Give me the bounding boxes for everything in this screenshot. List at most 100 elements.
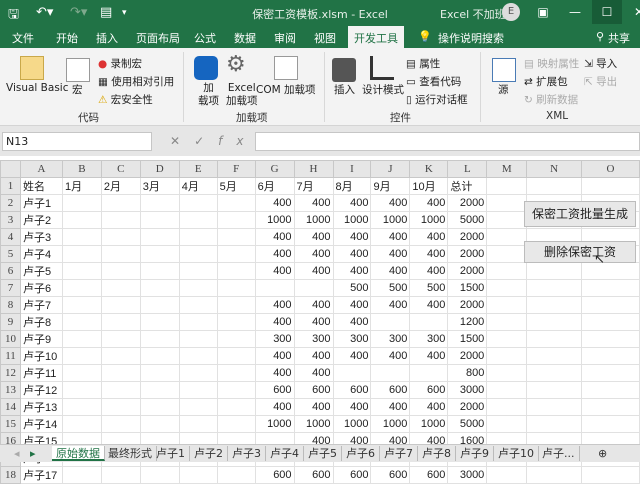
cell[interactable] (254, 279, 295, 297)
cell[interactable] (139, 228, 180, 246)
sheet-tab[interactable]: 卢子4 (266, 446, 304, 461)
addins-button[interactable]: 加 载项 (198, 82, 219, 108)
cell[interactable]: 400 (370, 398, 411, 416)
column-header[interactable]: B (61, 160, 102, 178)
cell[interactable]: 400 (409, 296, 449, 314)
cell[interactable]: 10月 (409, 177, 449, 195)
cell[interactable] (139, 415, 180, 433)
cell[interactable]: 卢子9 (19, 330, 63, 348)
cell[interactable]: 400 (370, 296, 411, 314)
cell[interactable] (581, 364, 640, 382)
cell[interactable]: 600 (254, 466, 295, 484)
tab-file[interactable]: 文件 (12, 30, 34, 46)
cell[interactable]: 400 (254, 296, 295, 314)
cell[interactable] (100, 398, 141, 416)
cell[interactable] (486, 415, 528, 433)
cell[interactable] (486, 245, 528, 263)
cell[interactable]: 1500 (447, 330, 488, 348)
cell[interactable] (100, 466, 141, 484)
column-header[interactable]: A (19, 160, 63, 178)
cell[interactable] (178, 381, 218, 399)
cancel-icon[interactable]: ✕ (170, 134, 194, 148)
tab-review[interactable]: 审阅 (274, 30, 296, 46)
cell[interactable] (486, 364, 528, 382)
cell[interactable]: 400 (254, 262, 295, 280)
cell[interactable] (581, 296, 640, 314)
cell[interactable] (178, 194, 218, 212)
row-header[interactable]: 6 (0, 262, 21, 280)
cell[interactable] (526, 398, 583, 416)
cell[interactable]: 1500 (447, 279, 488, 297)
cell[interactable] (293, 279, 334, 297)
cell[interactable]: 400 (370, 347, 411, 365)
cell[interactable]: 姓名 (19, 177, 63, 195)
cell[interactable]: 1000 (332, 415, 372, 433)
cell[interactable] (332, 364, 372, 382)
cell[interactable] (216, 245, 256, 263)
cell[interactable] (526, 313, 583, 331)
visual-basic-button[interactable]: Visual Basic (6, 82, 68, 94)
map-properties-button[interactable]: ▤ 映射属性 (524, 56, 579, 71)
cell[interactable] (486, 279, 528, 297)
cell[interactable]: 卢子14 (19, 415, 63, 433)
cell[interactable]: 4月 (178, 177, 218, 195)
cell[interactable]: 400 (332, 262, 372, 280)
cell[interactable] (486, 194, 528, 212)
cell[interactable]: 3000 (447, 466, 488, 484)
cell[interactable] (526, 177, 583, 195)
tab-insert[interactable]: 插入 (96, 30, 118, 46)
cell[interactable]: 400 (409, 194, 449, 212)
macro-security-button[interactable]: ⚠ 宏安全性 (98, 92, 153, 107)
cell[interactable]: 400 (293, 245, 334, 263)
sheet-tab[interactable]: 卢子5 (304, 446, 342, 461)
cell[interactable] (581, 415, 640, 433)
cell[interactable]: 7月 (293, 177, 334, 195)
cell[interactable] (139, 466, 180, 484)
cell[interactable] (61, 381, 102, 399)
formula-input[interactable] (255, 132, 640, 151)
cell[interactable] (139, 194, 180, 212)
macros-button[interactable]: 宏 (72, 82, 83, 97)
record-macro-button[interactable]: ● 录制宏 (98, 56, 142, 71)
sheet-tab[interactable]: 卢子1 (152, 446, 190, 461)
row-header[interactable]: 2 (0, 194, 21, 212)
cell[interactable] (526, 381, 583, 399)
cell[interactable] (61, 330, 102, 348)
import-button[interactable]: ⇲ 导入 (584, 56, 617, 71)
cell[interactable]: 1000 (332, 211, 372, 229)
row-header[interactable]: 8 (0, 296, 21, 314)
cell[interactable]: 1000 (370, 415, 411, 433)
cell[interactable]: 800 (447, 364, 488, 382)
tab-formulas[interactable]: 公式 (194, 30, 216, 46)
cell[interactable] (178, 245, 218, 263)
refresh-data-button[interactable]: ↻ 刷新数据 (524, 92, 578, 107)
column-header[interactable]: M (486, 160, 528, 178)
column-header[interactable]: K (409, 160, 449, 178)
cell[interactable]: 1000 (409, 211, 449, 229)
cell[interactable] (486, 398, 528, 416)
cell[interactable] (178, 398, 218, 416)
cell[interactable]: 400 (332, 398, 372, 416)
sheet-tab[interactable]: 卢子7 (380, 446, 418, 461)
cell[interactable] (581, 398, 640, 416)
cell[interactable]: 300 (409, 330, 449, 348)
cell[interactable] (61, 194, 102, 212)
cell[interactable] (581, 381, 640, 399)
cell[interactable] (61, 313, 102, 331)
cell[interactable] (486, 347, 528, 365)
cell[interactable] (139, 262, 180, 280)
cell[interactable] (139, 364, 180, 382)
cell[interactable] (216, 313, 256, 331)
minimize-icon[interactable]: — (560, 0, 590, 24)
cell[interactable] (216, 262, 256, 280)
cell[interactable] (61, 211, 102, 229)
cell[interactable] (216, 330, 256, 348)
cell[interactable]: 600 (332, 466, 372, 484)
cell[interactable]: 400 (370, 228, 411, 246)
cell[interactable] (216, 347, 256, 365)
cell[interactable] (486, 381, 528, 399)
cell[interactable] (178, 466, 218, 484)
cell[interactable]: 500 (370, 279, 411, 297)
design-mode-button[interactable]: 设计模式 (362, 82, 404, 97)
sheet-tab[interactable]: 最终形式 (104, 446, 157, 461)
